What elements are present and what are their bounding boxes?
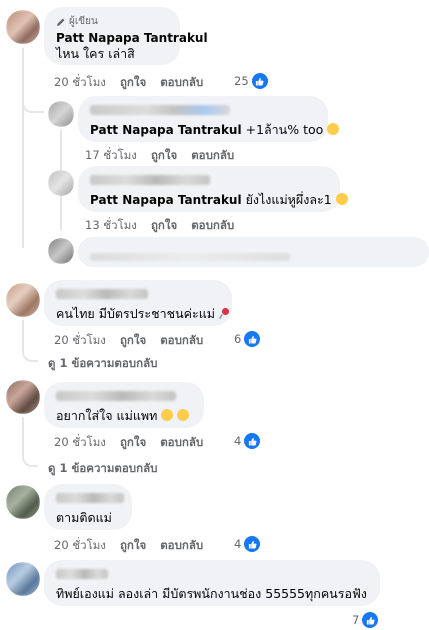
like-thumb-icon [251,73,268,89]
comment-text: ทิพย์เองแม่ ลองเล่า มีบัตรพนักงานช่อง 55… [56,586,367,601]
like-thumb-icon [244,536,261,552]
like-button[interactable]: ถูกใจ [151,217,177,235]
like-button[interactable]: ถูกใจ [120,434,146,452]
reply-button[interactable]: ตอบกลับ [191,147,234,165]
view-replies-link[interactable]: ดู 1 ข้อความตอบกลับ [48,355,157,373]
comment-author[interactable]: Patt Napapa Tantrakul [56,31,208,45]
laughing-emoji-icon [327,123,340,135]
mention-link[interactable]: Patt Napapa Tantrakul [90,193,242,207]
reaction-count[interactable]: 6 [234,331,261,347]
blurred-author-name[interactable] [56,390,176,401]
reaction-count[interactable]: 4 [234,536,261,552]
heart-eyes-emoji-icon [161,409,174,421]
view-replies-link[interactable]: ดู 1 ข้อความตอบกลับ [48,460,157,478]
comment-text: คนไทย มีบัตรประชาชนค่ะแม่ [56,305,229,323]
thread-line [22,417,24,457]
blurred-author-name[interactable] [56,492,124,503]
comment-bubble: คนไทย มีบัตรประชาชนค่ะแม่ [44,280,232,326]
blurred-author-name[interactable] [90,104,230,115]
reaction-count[interactable]: 7 [352,612,379,628]
reaction-count[interactable]: 4 [234,433,261,449]
avatar[interactable] [48,170,74,196]
thread-line [22,320,24,352]
reply-actions: 13 ชั่วโมง ถูกใจ ตอบกลับ [85,217,248,235]
reply-actions: 17 ชั่วโมง ถูกใจ ตอบกลับ [85,147,248,165]
like-button[interactable]: ถูกใจ [120,537,146,555]
comment-bubble: อยากใส่ใจ แม่แพท [44,382,204,428]
pencil-icon [57,18,65,26]
avatar[interactable] [6,562,40,596]
thread-line [22,48,24,248]
blurred-author-name[interactable] [56,288,148,299]
comment-time[interactable]: 20 ชั่วโมง [54,332,106,350]
comment-actions: 20 ชั่วโมง ถูกใจ ตอบกลับ [54,332,217,350]
reply-connector [22,95,44,113]
comment-bubble: ตามติดแม่ [44,484,132,530]
author-badge: ผู้เขียน [56,14,168,29]
like-button[interactable]: ถูกใจ [151,147,177,165]
blurred-author-name[interactable] [56,568,108,579]
reply-button[interactable]: ตอบกลับ [160,74,203,92]
like-button[interactable]: ถูกใจ [120,74,146,92]
like-button[interactable]: ถูกใจ [120,332,146,350]
reply-time[interactable]: 17 ชั่วโมง [85,147,137,165]
comment-actions: 20 ชั่วโมง ถูกใจ ตอบกลับ [54,537,217,555]
comment-text: อยากใส่ใจ แม่แพท [56,407,192,425]
avatar[interactable] [48,101,74,127]
comment-time[interactable]: 20 ชั่วโมง [54,74,106,92]
reply-text: Patt Napapa Tantrakul +1ล้าน% too [90,121,340,139]
reply-bubble: Patt Napapa Tantrakul ยังไงแม่หูผึ่งละ1 [78,166,348,212]
avatar[interactable] [6,380,40,414]
like-thumb-icon [244,433,261,449]
like-thumb-icon [362,612,379,628]
reply-button[interactable]: ตอบกลับ [160,332,203,350]
avatar[interactable] [6,283,40,317]
avatar[interactable] [6,485,40,519]
comment-text: ตามติดแม่ [56,510,112,525]
comment-time[interactable]: 20 ชั่วโมง [54,537,106,555]
comment-actions: 20 ชั่วโมง ถูกใจ ตอบกลับ [54,74,217,92]
heart-eyes-emoji-icon [177,409,190,421]
reply-button[interactable]: ตอบกลับ [160,434,203,452]
grimacing-emoji-icon [335,193,348,205]
reply-text: Patt Napapa Tantrakul ยังไงแม่หูผึ่งละ1 [90,191,348,209]
mention-link[interactable]: Patt Napapa Tantrakul [90,123,242,137]
reply-connector [22,457,38,467]
reply-connector [22,352,38,362]
reply-button[interactable]: ตอบกลับ [191,217,234,235]
comment-time[interactable]: 20 ชั่วโมง [54,434,106,452]
comment-actions: 20 ชั่วโมง ถูกใจ ตอบกลับ [54,434,217,452]
avatar [48,238,74,264]
reply-bubble: Patt Napapa Tantrakul +1ล้าน% too [78,96,340,142]
reaction-count[interactable]: 25 [234,73,268,89]
comment-text: ไหน ใคร เล่าสิ [56,46,135,61]
pushpin-icon [218,308,230,320]
avatar[interactable] [6,10,40,44]
comment-bubble: ผู้เขียน Patt Napapa Tantrakul ไหน ใคร เ… [44,7,208,65]
reply-button[interactable]: ตอบกลับ [160,537,203,555]
comment-bubble: ทิพย์เองแม่ ลองเล่า มีบัตรพนักงานช่อง 55… [44,560,380,606]
reply-time[interactable]: 13 ชั่วโมง [85,217,137,235]
like-thumb-icon [244,331,261,347]
blurred-author-name[interactable] [90,174,210,185]
reply-input-box[interactable] [78,237,429,267]
blurred-placeholder [90,252,290,261]
